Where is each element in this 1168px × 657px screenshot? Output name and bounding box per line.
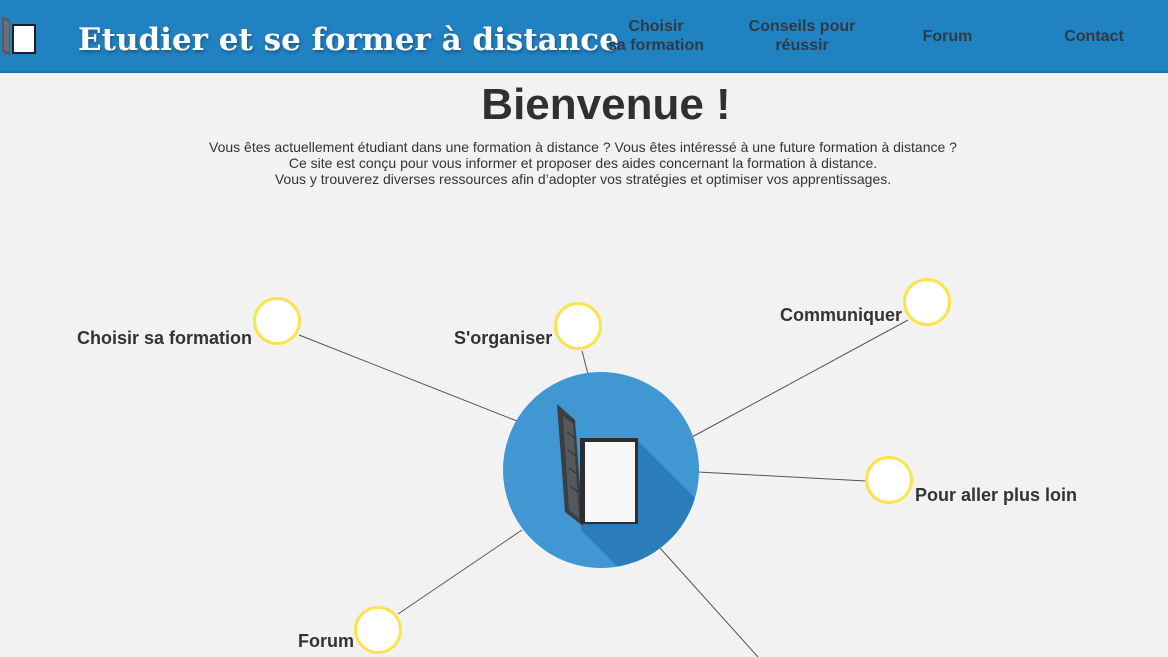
node-label-communiquer[interactable]: Communiquer [780,305,902,326]
connector-line [691,319,909,438]
node-circle-choisir-formation[interactable] [253,297,301,345]
page: Etudier et se former à distance Choisir … [0,0,1168,657]
connector-line [697,471,867,482]
node-label-s-organiser[interactable]: S'organiser [454,328,552,349]
node-label-pour-aller-plus-loin[interactable]: Pour aller plus loin [915,485,1077,506]
center-hub [503,372,699,568]
node-circle-communiquer[interactable] [903,278,951,326]
mind-map: Choisir sa formation S'organiser Communi… [0,0,1168,657]
node-circle-forum[interactable] [354,606,402,654]
connector-line [581,350,589,375]
open-book-icon [557,404,699,568]
node-circle-pour-aller-plus-loin[interactable] [865,456,913,504]
node-label-choisir-formation[interactable]: Choisir sa formation [77,328,252,349]
node-circle-s-organiser[interactable] [554,302,602,350]
node-label-forum[interactable]: Forum [298,631,354,652]
